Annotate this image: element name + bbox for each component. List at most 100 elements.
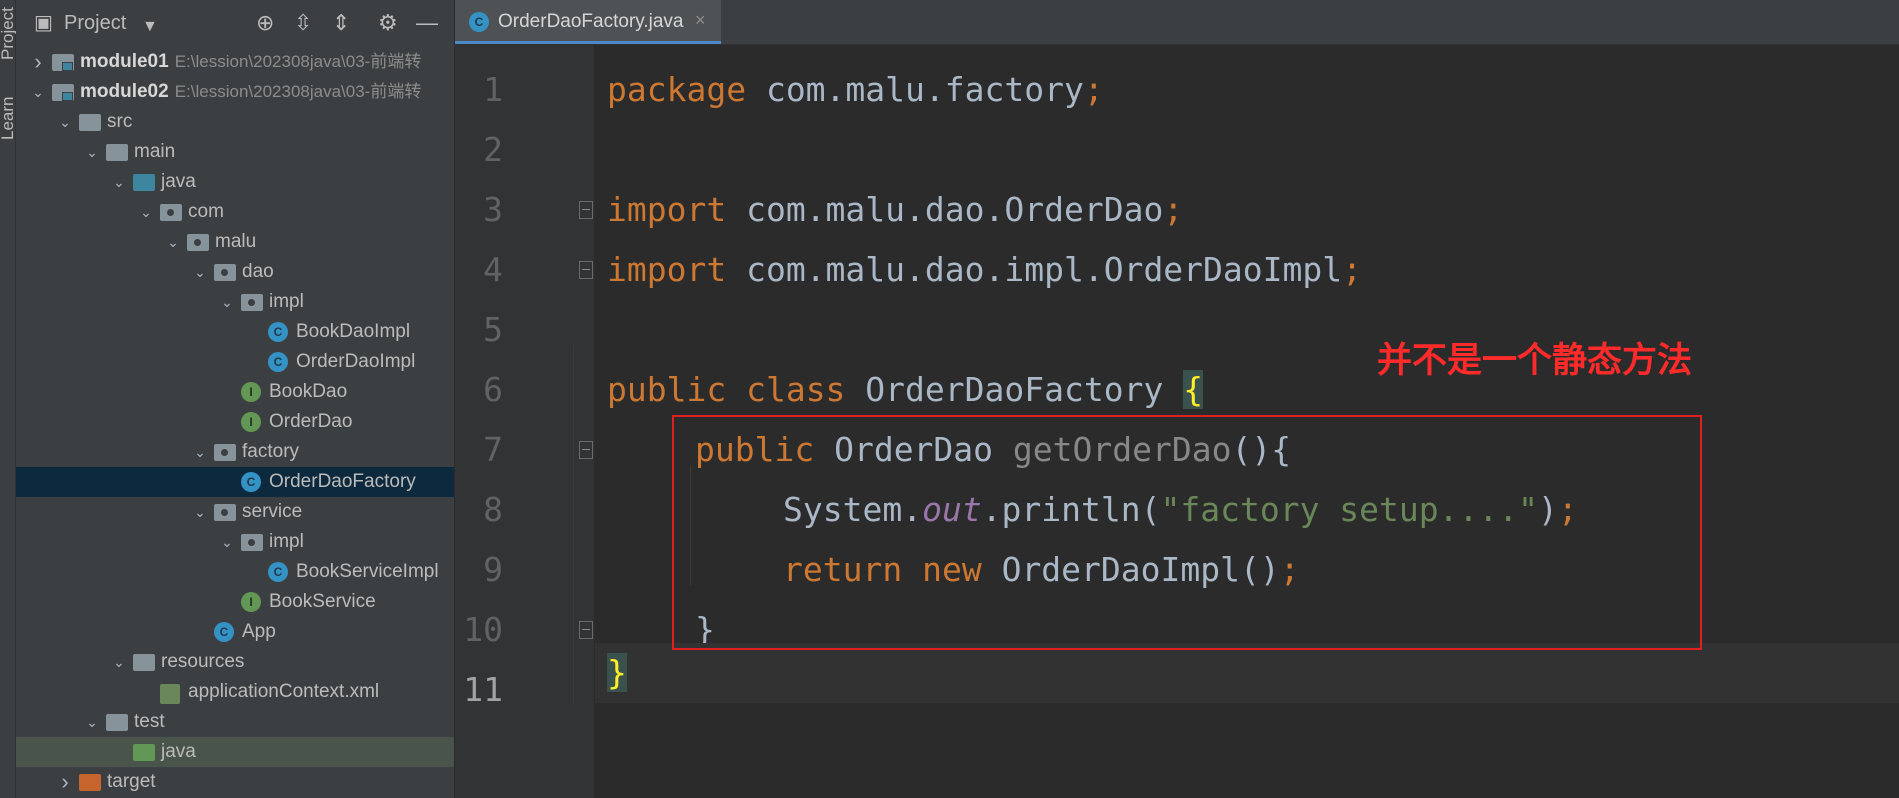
tree-item-java[interactable]: java (16, 737, 454, 767)
minimize-icon[interactable]: — (416, 10, 438, 36)
fold-marker-icon[interactable] (579, 441, 593, 459)
class-icon: C (268, 322, 288, 342)
tree-item-bookdaoimpl[interactable]: C BookDaoImpl (16, 317, 454, 347)
xml-file-icon (160, 684, 180, 704)
tree-item-label: malu (215, 231, 257, 252)
fold-marker-icon[interactable] (579, 621, 593, 639)
line-number: 11 (463, 670, 503, 709)
chevron-down-icon[interactable]: ⌄ (30, 77, 46, 107)
project-tree: › module01 E:\lession\202308java\03-前端转 ⌄ mo… (16, 47, 454, 797)
tree-item-resources[interactable]: ⌄ resources (16, 647, 454, 677)
class-icon: C (241, 472, 261, 492)
code-line-1: package com.malu.factory; (607, 70, 1104, 109)
tree-item-label: module01 E:\lession\202308java\03-前端转 (80, 51, 422, 72)
code-line-3: import com.malu.dao.OrderDao; (607, 190, 1184, 229)
tree-item-src[interactable]: ⌄ src (16, 107, 454, 137)
tree-item-orderdaoimpl[interactable]: C OrderDaoImpl (16, 347, 454, 377)
tree-item-orderdaofactory[interactable]: C OrderDaoFactory (16, 467, 454, 497)
chevron-down-icon[interactable]: ⌄ (192, 497, 208, 527)
tree-item-applicationcontext-xml[interactable]: applicationContext.xml (16, 677, 454, 707)
close-icon[interactable]: × (695, 10, 706, 31)
tab-orderdaofactory-java[interactable]: C OrderDaoFactory.java × (455, 0, 721, 44)
tree-item-malu[interactable]: ⌄ malu (16, 227, 454, 257)
tree-item-service[interactable]: ⌄ service (16, 497, 454, 527)
gear-icon[interactable]: ⚙ (378, 10, 398, 36)
module-path: E:\lession\202308java\03-前端转 (174, 82, 422, 101)
source-folder-icon (133, 174, 155, 191)
chevron-down-icon[interactable]: ⌄ (219, 287, 235, 317)
chevron-right-icon[interactable]: › (57, 767, 73, 797)
tree-item-label: OrderDaoImpl (296, 351, 416, 372)
chevron-right-icon[interactable]: › (30, 47, 46, 77)
tree-item-com[interactable]: ⌄ com (16, 197, 454, 227)
chevron-down-icon[interactable]: ⌄ (111, 167, 127, 197)
editor-tab-bar: C OrderDaoFactory.java × (455, 0, 1899, 45)
tree-item-module01[interactable]: › module01 E:\lession\202308java\03-前端转 (16, 47, 454, 77)
tree-item-bookservice[interactable]: I BookService (16, 587, 454, 617)
tree-item-bookserviceimpl[interactable]: C BookServiceImpl (16, 557, 454, 587)
module-icon (52, 84, 74, 101)
annotation-note: 并不是一个静态方法 (1377, 341, 1693, 381)
tree-item-dao[interactable]: ⌄ dao (16, 257, 454, 287)
line-number: 5 (483, 310, 503, 349)
line-number: 6 (483, 370, 503, 409)
tree-item-target[interactable]: › target (16, 767, 454, 797)
tree-item-orderdao[interactable]: I OrderDao (16, 407, 454, 437)
chevron-down-icon[interactable]: ⌄ (192, 437, 208, 467)
tree-item-label: java (161, 171, 196, 192)
expand-all-icon[interactable]: ⇳ (294, 10, 312, 36)
tree-item-bookdao[interactable]: I BookDao (16, 377, 454, 407)
chevron-down-icon[interactable]: ⌄ (192, 257, 208, 287)
tree-item-impl[interactable]: ⌄ impl (16, 527, 454, 557)
project-panel: ▣ Project ▼ ⊕ ⇳ ⇕ ⚙ — › module01 E:\lessio… (16, 0, 454, 798)
collapse-all-icon[interactable]: ⇕ (332, 10, 350, 36)
chevron-down-icon[interactable]: ⌄ (138, 197, 154, 227)
chevron-down-icon[interactable]: ⌄ (219, 527, 235, 557)
line-number: 4 (483, 250, 503, 289)
excluded-folder-icon (79, 774, 101, 791)
fold-marker-icon[interactable] (579, 201, 593, 219)
tree-item-label: impl (269, 291, 304, 312)
interface-icon: I (241, 382, 261, 402)
tab-label: OrderDaoFactory.java (498, 11, 684, 32)
fold-marker-icon[interactable] (579, 261, 593, 279)
tree-item-label: java (161, 741, 196, 762)
tree-item-impl[interactable]: ⌄ impl (16, 287, 454, 317)
current-line-highlight: } (595, 643, 1899, 703)
project-view-icon[interactable]: ▣ (34, 10, 53, 36)
chevron-down-icon[interactable]: ⌄ (57, 107, 73, 137)
tree-item-test[interactable]: ⌄ test (16, 707, 454, 737)
tree-item-factory[interactable]: ⌄ factory (16, 437, 454, 467)
tree-item-label: OrderDao (269, 411, 353, 432)
tree-item-label: applicationContext.xml (188, 681, 380, 702)
line-number: 10 (463, 610, 503, 649)
package-icon (214, 264, 236, 281)
chevron-down-icon[interactable]: ⌄ (84, 707, 100, 737)
tree-item-app[interactable]: C App (16, 617, 454, 647)
line-number: 3 (483, 190, 503, 229)
indent-guide (573, 345, 574, 705)
crosshair-icon[interactable]: ⊕ (256, 10, 274, 36)
interface-icon: I (241, 592, 261, 612)
chevron-down-icon[interactable]: ⌄ (84, 137, 100, 167)
chevron-down-icon[interactable]: ⌄ (111, 647, 127, 677)
tree-item-main[interactable]: ⌄ main (16, 137, 454, 167)
line-number: 8 (483, 490, 503, 529)
tree-item-label: main (134, 141, 176, 162)
class-icon: C (469, 12, 489, 32)
tree-item-label: test (134, 711, 165, 732)
project-view-title[interactable]: Project (64, 12, 126, 35)
folder-icon (79, 114, 101, 131)
code-line-6: public class OrderDaoFactory { (607, 370, 1204, 409)
test-folder-icon (133, 744, 155, 761)
line-number: 1 (483, 70, 503, 109)
chevron-down-icon[interactable]: ⌄ (165, 227, 181, 257)
tree-item-label: BookService (269, 591, 376, 612)
tree-item-label: com (188, 201, 224, 222)
runnable-class-icon: C (214, 622, 234, 642)
tree-item-module02[interactable]: ⌄ module02 E:\lession\202308java\03-前端转 (16, 77, 454, 107)
tree-item-java[interactable]: ⌄ java (16, 167, 454, 197)
code-line-11: } (607, 653, 627, 692)
chevron-down-icon[interactable]: ▼ (142, 14, 158, 40)
package-icon (214, 504, 236, 521)
